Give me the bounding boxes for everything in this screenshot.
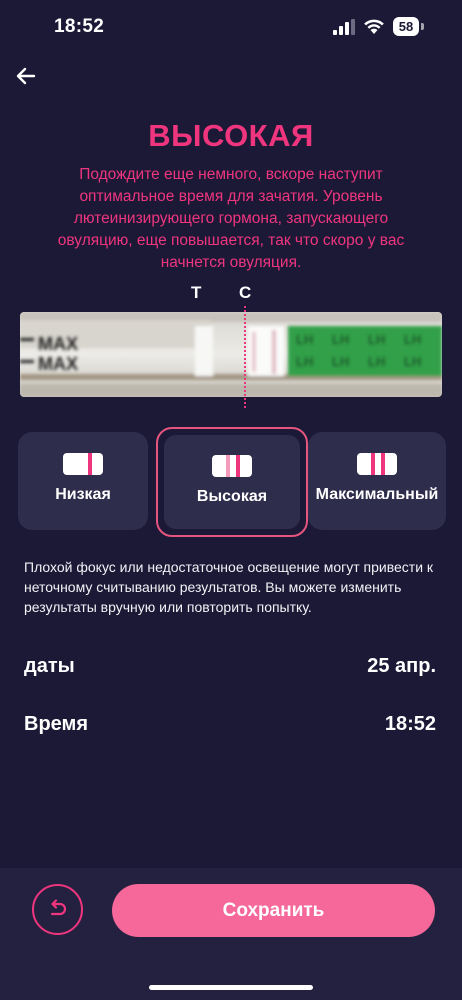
level-option-label: Высокая <box>196 488 268 505</box>
cellular-signal-icon <box>333 19 355 35</box>
accuracy-warning: Плохой фокус или недостаточное освещение… <box>24 559 434 615</box>
test-line-label: T <box>191 283 202 302</box>
control-line-label: C <box>239 283 252 302</box>
strip-low-icon <box>63 453 103 475</box>
svg-text:LH: LH <box>332 354 349 369</box>
time-value[interactable]: 18:52 <box>385 713 436 736</box>
strip-high-icon <box>212 455 252 477</box>
strip-lh-text: LH <box>296 332 313 347</box>
battery-tip <box>421 23 424 30</box>
status-time: 18:52 <box>54 16 105 37</box>
undo-button[interactable] <box>32 884 83 935</box>
svg-text:LH: LH <box>332 332 349 347</box>
wifi-icon <box>364 19 384 34</box>
level-option-max[interactable]: Максимальный <box>308 432 446 530</box>
svg-text:LH: LH <box>404 332 421 347</box>
status-bar: 18:52 58 <box>0 0 462 56</box>
battery-indicator: 58 <box>393 17 424 36</box>
level-option-high-selected[interactable]: Высокая <box>156 427 308 537</box>
svg-text:LH: LH <box>404 354 421 369</box>
strip-max-icon <box>357 453 397 475</box>
date-row[interactable]: даты 25 апр. <box>24 655 436 685</box>
strip-max-text-1: MAX <box>38 334 78 354</box>
test-strip-image: MAX MAX LH LH LH LH LH LH LH LH <box>20 312 442 397</box>
svg-text:LH: LH <box>368 354 385 369</box>
svg-text:LH: LH <box>296 354 313 369</box>
result-description: Подождите еще немного, вскоре наступит о… <box>57 166 405 271</box>
svg-text:LH: LH <box>368 332 385 347</box>
level-option-label: Максимальный <box>315 486 439 503</box>
level-option-low[interactable]: Низкая <box>18 432 148 530</box>
time-row[interactable]: Время 18:52 <box>24 713 436 743</box>
control-line-marker <box>244 306 246 408</box>
result-title: ВЫСОКАЯ <box>148 118 314 153</box>
strip-max-text-2: MAX <box>38 354 78 374</box>
date-label: даты <box>24 655 75 677</box>
time-label: Время <box>24 713 88 735</box>
home-indicator <box>149 985 313 990</box>
save-button[interactable]: Сохранить <box>112 884 435 937</box>
undo-icon <box>50 899 67 916</box>
level-selector: Низкая Высокая Максимальный <box>18 427 446 537</box>
back-arrow-icon[interactable] <box>12 62 40 90</box>
date-value[interactable]: 25 апр. <box>367 655 436 678</box>
battery-level: 58 <box>393 17 419 36</box>
level-option-label: Низкая <box>55 486 111 503</box>
